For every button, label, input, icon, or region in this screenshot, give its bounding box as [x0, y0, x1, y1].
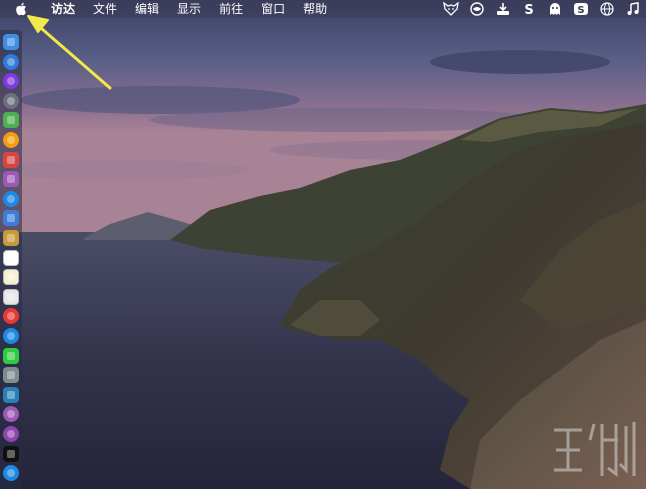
dock	[0, 30, 22, 489]
menu-view[interactable]: 显示	[168, 0, 210, 18]
menu-window[interactable]: 窗口	[252, 0, 294, 18]
preview-icon[interactable]	[3, 210, 19, 227]
preview-icon-glyph	[7, 214, 15, 223]
music-note-icon[interactable]	[624, 1, 642, 17]
s-app-icon[interactable]: S	[520, 1, 538, 17]
podcasts-icon-glyph	[7, 430, 15, 438]
appstore-bottom-icon[interactable]	[3, 465, 19, 482]
apple-tv-icon[interactable]	[3, 445, 19, 462]
calendar-icon[interactable]	[3, 249, 19, 266]
chrome-icon[interactable]	[3, 308, 19, 325]
finder-icon-glyph	[7, 38, 15, 46]
siri-icon-glyph	[7, 77, 15, 86]
launchpad-icon-glyph	[7, 96, 15, 105]
app-red-icon[interactable]	[3, 151, 19, 168]
globe-icon[interactable]	[598, 1, 616, 17]
appstore-icon-glyph	[7, 194, 15, 203]
status-bar: S S	[434, 0, 642, 18]
keynote-icon[interactable]	[3, 386, 19, 403]
safari-icon-glyph	[7, 57, 15, 66]
itunes-icon-glyph	[7, 410, 15, 419]
wechat-icon[interactable]	[3, 347, 19, 364]
menu-file[interactable]: 文件	[84, 0, 126, 18]
notes-brown-icon[interactable]	[3, 230, 19, 246]
menu-edit[interactable]: 编辑	[126, 0, 168, 18]
apple-logo-icon[interactable]	[14, 1, 28, 17]
notes-icon-glyph	[7, 273, 15, 282]
notes-icon[interactable]	[3, 269, 19, 286]
chrome-icon-glyph	[7, 312, 15, 321]
app-red-icon-glyph	[7, 155, 15, 164]
keynote-icon-glyph	[7, 390, 15, 399]
appstore-icon[interactable]	[3, 190, 19, 207]
system-preferences-icon-glyph	[7, 371, 15, 380]
launchpad-icon[interactable]	[3, 92, 19, 109]
safari-icon[interactable]	[3, 53, 19, 70]
vpn-shield-icon[interactable]	[468, 1, 486, 17]
disk-icon-glyph	[7, 175, 15, 184]
menu-finder[interactable]: 访达	[42, 0, 84, 18]
photos-icon-glyph	[7, 136, 15, 144]
qq-icon[interactable]	[3, 328, 19, 344]
fox-icon[interactable]	[442, 1, 460, 17]
desktop-wallpaper	[0, 0, 646, 489]
calendar-icon-glyph	[7, 253, 15, 262]
system-preferences-icon[interactable]	[3, 367, 19, 384]
disk-icon[interactable]	[3, 171, 19, 188]
itunes-icon[interactable]	[3, 406, 19, 423]
photos-alt-icon-glyph	[7, 292, 15, 301]
s-box-icon[interactable]: S	[572, 1, 590, 17]
siri-icon[interactable]	[3, 73, 19, 90]
menu-go[interactable]: 前往	[210, 0, 252, 18]
download-icon[interactable]	[494, 1, 512, 17]
wechat-icon-glyph	[7, 351, 15, 360]
podcasts-icon[interactable]	[3, 426, 19, 442]
ghost-icon[interactable]	[546, 1, 564, 17]
menu-bar: 访达 文件 编辑 显示 前往 窗口 帮助 S S	[0, 0, 646, 18]
photos-icon[interactable]	[3, 132, 19, 148]
android-icon-glyph	[7, 116, 15, 125]
notes-brown-icon-glyph	[7, 234, 15, 242]
svg-text:S: S	[577, 5, 584, 16]
android-icon[interactable]	[3, 112, 19, 129]
photos-alt-icon[interactable]	[3, 288, 19, 305]
qq-icon-glyph	[7, 332, 15, 340]
svg-text:S: S	[524, 3, 533, 16]
finder-icon[interactable]	[3, 34, 19, 50]
menu-help[interactable]: 帮助	[294, 0, 336, 18]
desktop: 访达 文件 编辑 显示 前往 窗口 帮助 S S	[0, 0, 646, 489]
apple-tv-icon-glyph	[7, 449, 15, 458]
appstore-bottom-icon-glyph	[7, 469, 15, 478]
